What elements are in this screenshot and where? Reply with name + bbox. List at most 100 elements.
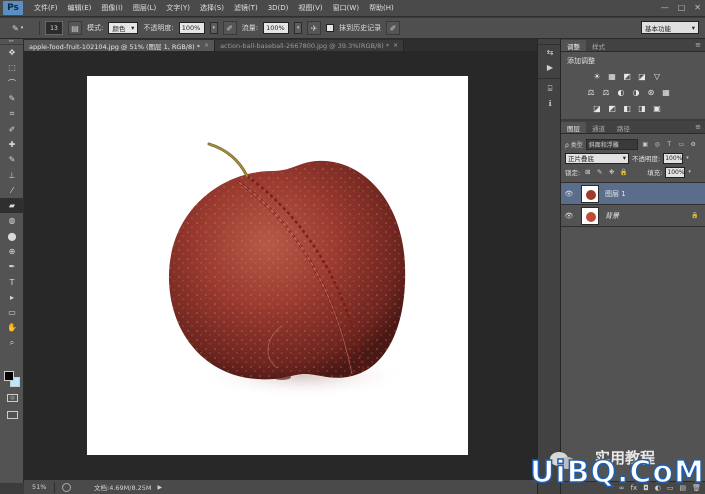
move-tool-icon[interactable]: ✥ [0,45,24,60]
layer-opacity-input[interactable]: 100% [663,152,684,164]
black-white-icon[interactable]: ◐ [615,86,627,98]
brush-size-picker[interactable]: 13 [45,21,63,35]
curves-icon[interactable]: ◩ [621,70,633,82]
dodge-tool-icon[interactable]: ⊕ [0,244,24,259]
tab-paths[interactable]: 路径 [611,122,636,133]
gradient-map-icon[interactable]: ◨ [636,102,648,114]
selective-color-icon[interactable]: ▣ [651,102,663,114]
chevron-down-icon[interactable]: ▾ [686,153,692,164]
hand-tool-icon[interactable]: ✋ [0,320,24,335]
history-checkbox[interactable] [326,24,335,32]
tab-baseball-document[interactable]: action-ball-baseball-2667800.jpg @ 39.3%… [215,40,405,51]
kind-filter-select[interactable]: 斜面和浮雕 [585,138,638,150]
menu-image[interactable]: 图像(I) [96,3,128,13]
layer-row-background[interactable]: 👁 背景 🔒 [561,205,705,227]
lasso-tool-icon[interactable]: ⌒ [0,76,24,91]
eyedropper-tool-icon[interactable]: ✐ [0,121,24,136]
shape-filter-icon[interactable]: ▭ [677,140,686,149]
flow-input[interactable]: 100% [263,22,290,34]
menu-view[interactable]: 视图(V) [293,3,327,13]
flow-dropdown-icon[interactable]: ▾ [294,22,303,34]
clone-stamp-tool-icon[interactable]: ⊥ [0,167,24,182]
workspace-select[interactable]: 基本功能 ▾ [641,21,699,34]
eraser-tool-icon[interactable]: ▰ [0,197,24,214]
history-panel-icon[interactable]: ⇆ [538,45,562,60]
layer-name[interactable]: 图层 1 [599,189,691,199]
color-balance-icon[interactable]: ⚖ [600,86,612,98]
maximize-icon[interactable]: □ [678,3,686,12]
lock-position-icon[interactable]: ✥ [607,168,616,177]
quick-select-tool-icon[interactable]: ✎ [0,91,24,106]
color-lookup-icon[interactable]: ▦ [660,86,672,98]
lock-pixels-icon[interactable]: ✎ [595,168,604,177]
menu-file[interactable]: 文件(F) [29,3,63,13]
brush-tool-icon[interactable]: ✎ [0,152,24,167]
actions-panel-icon[interactable]: ▶ [538,60,562,75]
history-brush-tool-preset[interactable]: ✎ ▾ [12,21,34,35]
tab-channels[interactable]: 通道 [586,122,611,133]
blend-mode-select[interactable]: 正片叠底 ▾ [565,152,629,164]
screen-mode-icon[interactable] [7,411,18,419]
menu-select[interactable]: 选择(S) [195,3,229,13]
histogram-panel-icon[interactable]: ⌸ [538,81,562,96]
path-select-tool-icon[interactable]: ▸ [0,290,24,305]
layer-row-layer-1[interactable]: 👁 图层 1 [561,183,705,205]
visibility-eye-icon[interactable]: 👁 [561,190,577,198]
mode-select[interactable]: 颜色 ▾ [108,22,139,34]
foreground-color-swatch[interactable] [4,371,14,381]
share-icon[interactable] [62,482,71,492]
adjustment-filter-icon[interactable]: ◎ [653,140,662,149]
lock-transparency-icon[interactable]: ⊠ [583,168,592,177]
brush-panel-toggle-icon[interactable]: ▤ [68,21,82,35]
crop-tool-icon[interactable]: ⌗ [0,106,24,121]
panel-menu-icon[interactable]: ≡ [695,123,701,131]
healing-brush-tool-icon[interactable]: ✚ [0,137,24,152]
quick-mask-icon[interactable]: ◎ [7,394,18,402]
lock-all-icon[interactable]: 🔒 [619,168,628,177]
history-brush-tool-icon[interactable]: ⁄ [0,183,24,198]
menu-3d[interactable]: 3D(D) [263,4,294,12]
status-menu-arrow-icon[interactable]: ▶ [158,484,163,491]
pen-tool-icon[interactable]: ✒ [0,259,24,274]
invert-icon[interactable]: ◪ [591,102,603,114]
type-filter-icon[interactable]: T [665,140,674,149]
threshold-icon[interactable]: ◧ [621,102,633,114]
minimize-icon[interactable]: — [661,3,669,12]
tab-close-icon[interactable]: × [204,42,209,49]
posterize-icon[interactable]: ◩ [606,102,618,114]
close-icon[interactable]: ✕ [694,3,701,12]
canvas-area[interactable] [24,51,537,479]
tab-layers[interactable]: 图层 [561,122,586,133]
pressure-size-icon[interactable]: ✐ [386,21,401,35]
pixel-filter-icon[interactable]: ▣ [641,140,650,149]
tab-apple-document[interactable]: apple-food-fruit-102104.jpg @ 51% (图层 1,… [24,40,216,51]
paint-bucket-tool-icon[interactable]: ◍ [0,213,24,228]
airbrush-icon[interactable]: ✈ [307,21,322,35]
menu-filter[interactable]: 滤镜(T) [229,3,263,13]
vibrance-icon[interactable]: ▽ [651,70,663,82]
shape-tool-icon[interactable]: ▭ [0,305,24,320]
menu-help[interactable]: 帮助(H) [364,3,399,13]
zoom-tool-icon[interactable]: ⌕ [0,336,24,351]
opacity-input[interactable]: 100% [178,22,205,34]
brightness-contrast-icon[interactable]: ☀ [591,70,603,82]
marquee-tool-icon[interactable]: ⬚ [0,60,24,75]
menu-layer[interactable]: 图层(L) [128,3,161,13]
menu-type[interactable]: 文字(Y) [161,3,195,13]
zoom-level[interactable]: 51% [24,483,52,491]
smart-object-filter-icon[interactable]: ⚙ [689,140,698,149]
levels-icon[interactable]: ▦ [606,70,618,82]
blur-tool-icon[interactable]: ⬤ [0,229,24,244]
info-panel-icon[interactable]: ℹ [538,96,562,111]
tab-styles[interactable]: 样式 [586,40,611,51]
visibility-eye-icon[interactable]: 👁 [561,212,577,220]
pressure-opacity-icon[interactable]: ✐ [222,21,237,35]
photo-filter-icon[interactable]: ◑ [630,86,642,98]
menu-edit[interactable]: 编辑(E) [63,3,97,13]
tab-adjustments[interactable]: 调整 [561,40,586,51]
panel-menu-icon[interactable]: ≡ [695,41,701,49]
menu-window[interactable]: 窗口(W) [328,3,364,13]
layer-name[interactable]: 背景 [599,211,691,221]
type-tool-icon[interactable]: T [0,274,24,289]
exposure-icon[interactable]: ◪ [636,70,648,82]
